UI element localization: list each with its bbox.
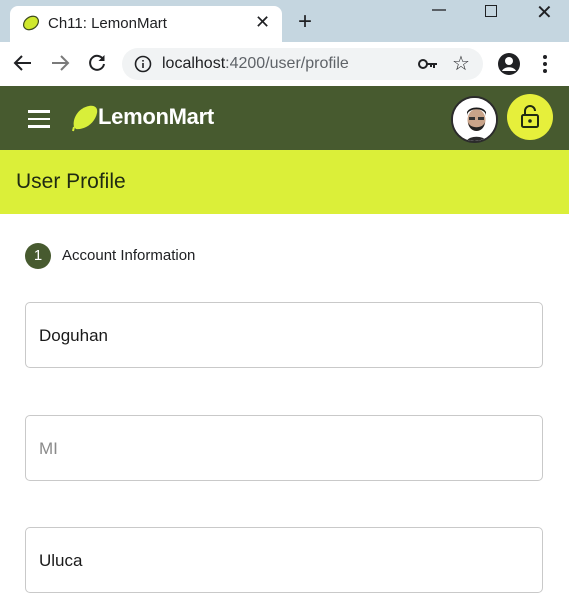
user-avatar[interactable] (451, 96, 498, 143)
bookmark-star-icon[interactable]: ☆ (452, 53, 470, 75)
lemon-favicon-icon (22, 15, 40, 31)
middle-initial-field[interactable] (25, 415, 543, 481)
maximize-icon[interactable] (485, 5, 497, 17)
browser-toolbar: localhost:4200/user/profile ☆ (0, 42, 569, 86)
browser-titlebar: Ch11: LemonMart ✕ + ✕ (0, 0, 569, 42)
last-name-input[interactable] (39, 548, 519, 574)
browser-menu-icon[interactable] (540, 53, 550, 75)
brand-title[interactable]: LemonMart (98, 104, 214, 130)
page-title: User Profile (16, 170, 126, 193)
step-label: Account Information (62, 247, 196, 264)
avatar-image (453, 98, 496, 141)
lock-open-icon (521, 105, 539, 128)
info-icon[interactable] (134, 55, 152, 73)
window-close-icon[interactable]: ✕ (536, 0, 553, 25)
last-name-field[interactable] (25, 527, 543, 593)
browser-profile-icon[interactable] (497, 52, 521, 76)
tab-title: Ch11: LemonMart (48, 15, 167, 32)
reload-icon[interactable] (86, 52, 108, 74)
middle-initial-input[interactable] (39, 436, 519, 462)
tab-close-icon[interactable]: ✕ (255, 12, 270, 32)
first-name-input[interactable] (39, 323, 519, 349)
minimize-icon[interactable] (432, 3, 446, 17)
forward-arrow-icon[interactable] (49, 52, 71, 74)
browser-tab[interactable]: Ch11: LemonMart ✕ (10, 6, 282, 42)
app-toolbar: LemonMart (0, 86, 569, 150)
key-icon[interactable] (418, 56, 438, 72)
menu-icon[interactable] (28, 110, 50, 128)
page-header: User Profile (0, 150, 569, 214)
back-arrow-icon[interactable] (12, 52, 34, 74)
first-name-field[interactable] (25, 302, 543, 368)
new-tab-icon[interactable]: + (298, 10, 312, 34)
logout-button[interactable] (507, 94, 553, 140)
lemon-logo-icon[interactable] (70, 103, 100, 133)
address-bar[interactable]: localhost:4200/user/profile ☆ (122, 48, 483, 80)
step-number-badge: 1 (25, 243, 51, 269)
url-text: localhost:4200/user/profile (162, 55, 349, 72)
